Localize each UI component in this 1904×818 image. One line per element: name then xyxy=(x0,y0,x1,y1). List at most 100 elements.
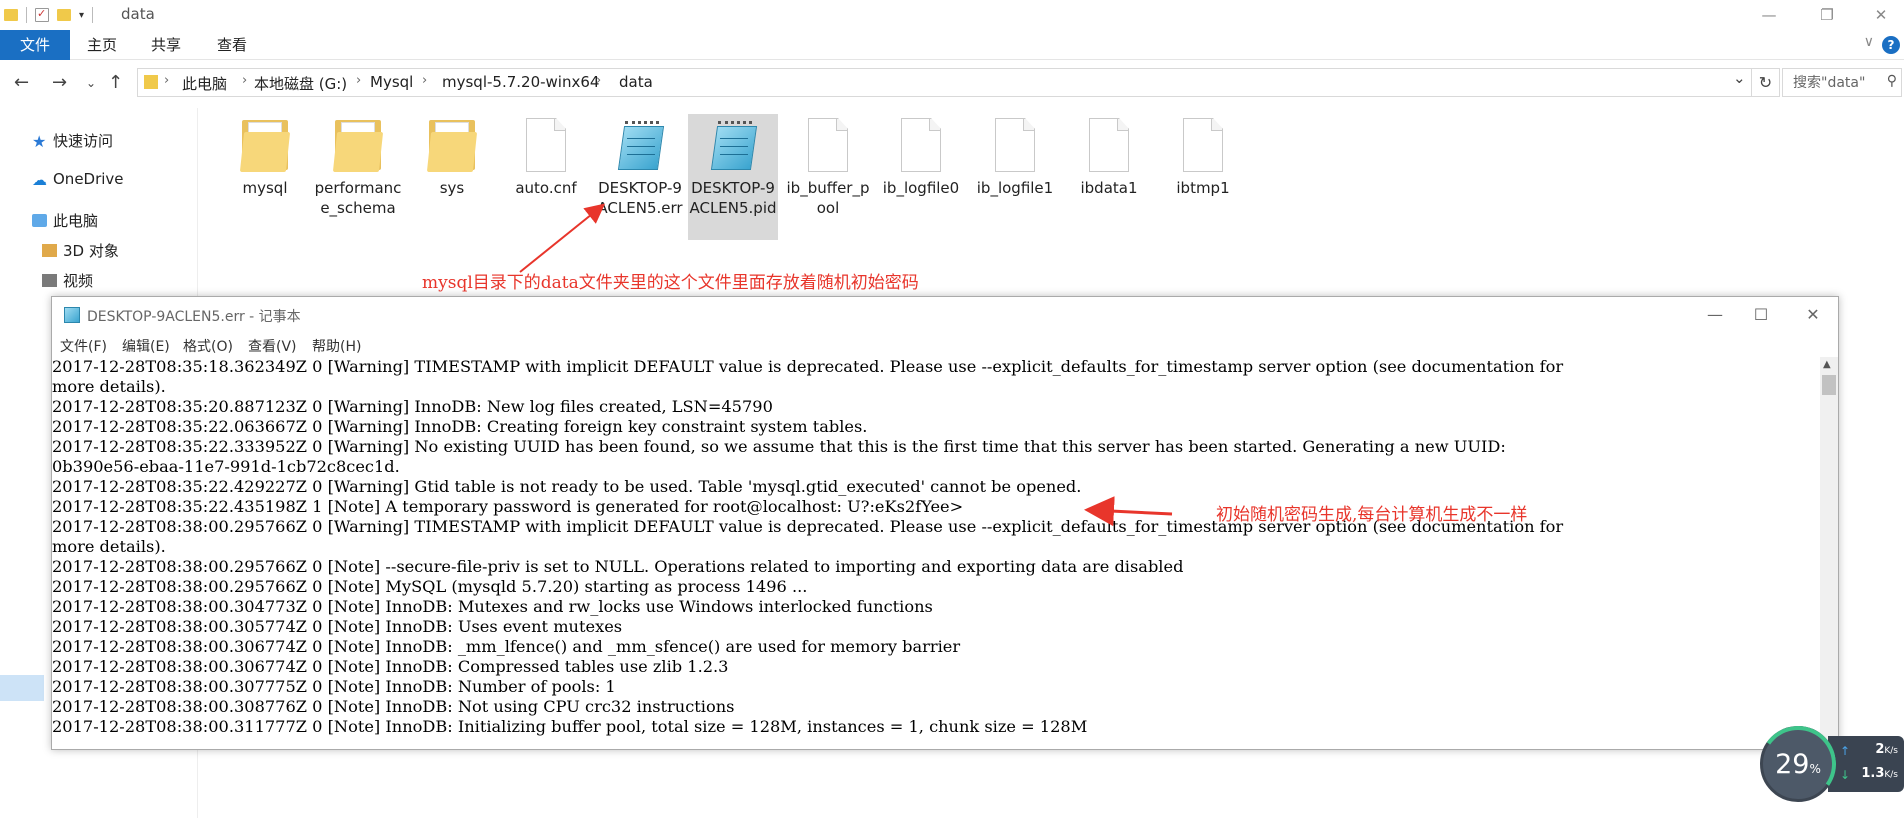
tab-home[interactable]: 主页 xyxy=(80,30,124,60)
new-folder-icon[interactable] xyxy=(57,9,71,21)
breadcrumb-separator[interactable]: › xyxy=(164,73,169,88)
properties-icon[interactable] xyxy=(35,7,49,22)
file-label: performance_schema xyxy=(314,179,402,217)
file-item-notepad[interactable]: DESKTOP-9ACLEN5.err xyxy=(595,118,685,218)
window-title: data xyxy=(121,5,155,23)
file-item-folder[interactable]: mysql xyxy=(220,118,310,198)
help-icon[interactable]: ? xyxy=(1882,36,1900,54)
vertical-scrollbar[interactable]: ▲ xyxy=(1820,357,1838,749)
nav-item-selected[interactable] xyxy=(0,675,44,701)
address-bar[interactable]: › 此电脑 › 本地磁盘 (G:) › Mysql › mysql-5.7.20… xyxy=(137,68,1752,97)
nav-item-3d-objects[interactable]: 3D 对象 xyxy=(42,240,119,261)
file-icon xyxy=(995,118,1035,172)
address-dropdown-icon[interactable]: ⌄ xyxy=(1733,69,1746,87)
notepad-maximize-button[interactable]: ☐ xyxy=(1738,301,1784,329)
file-label: ib_logfile0 xyxy=(882,179,960,197)
file-item[interactable]: ib_logfile0 xyxy=(876,118,966,198)
up-arrow-icon[interactable]: ↑ xyxy=(108,72,123,93)
nav-item-this-pc[interactable]: 此电脑 xyxy=(32,210,98,231)
nav-item-label: OneDrive xyxy=(53,170,124,188)
file-item[interactable]: ibtmp1 xyxy=(1158,118,1248,198)
file-label: sys xyxy=(439,179,465,197)
breadcrumb-data[interactable]: data xyxy=(619,73,653,91)
search-box[interactable]: ⚲ xyxy=(1782,68,1902,97)
nav-item-label: 此电脑 xyxy=(53,212,99,230)
menu-edit[interactable]: 编辑(E) xyxy=(122,336,170,356)
notepad-minimize-button[interactable]: — xyxy=(1692,301,1738,329)
nav-item-videos[interactable]: 视频 xyxy=(42,270,93,291)
file-label: ibtmp1 xyxy=(1176,179,1230,197)
file-icon xyxy=(1183,118,1223,172)
file-item[interactable]: ibdata1 xyxy=(1064,118,1154,198)
file-item[interactable]: auto.cnf xyxy=(501,118,591,198)
file-label: auto.cnf xyxy=(515,179,577,197)
tab-file[interactable]: 文件 xyxy=(0,30,70,60)
collapse-ribbon-icon[interactable]: ∨ xyxy=(1864,34,1874,50)
menu-help[interactable]: 帮助(H) xyxy=(312,336,361,356)
ribbon: 文件 主页 共享 查看 ∨ ? xyxy=(0,30,1904,60)
maximize-button[interactable]: ❐ xyxy=(1804,0,1850,30)
file-item-folder[interactable]: sys xyxy=(407,118,497,198)
close-button[interactable]: ✕ xyxy=(1858,0,1904,30)
file-item[interactable]: ib_buffer_pool xyxy=(783,118,873,218)
notepad-menu-bar: 文件(F) 编辑(E) 格式(O) 查看(V) 帮助(H) xyxy=(52,333,1838,355)
download-speed: 1.3K/s xyxy=(1861,766,1898,781)
breadcrumb-local-disk[interactable]: 本地磁盘 (G:) xyxy=(254,73,347,94)
file-label: ib_logfile1 xyxy=(976,179,1054,197)
breadcrumb-mysql-version[interactable]: mysql-5.7.20-winx64 xyxy=(442,73,599,91)
notepad-title-bar: DESKTOP-9ACLEN5.err - 记事本 — ☐ ✕ xyxy=(52,297,1838,333)
cpu-usage-arc xyxy=(1753,719,1843,809)
breadcrumb-separator[interactable]: › xyxy=(422,73,427,88)
breadcrumb-this-pc[interactable]: 此电脑 xyxy=(182,73,227,94)
separator xyxy=(92,7,94,23)
computer-icon xyxy=(32,214,47,227)
notepad-icon xyxy=(617,118,665,172)
scroll-up-icon[interactable]: ▲ xyxy=(1823,359,1831,370)
star-icon: ★ xyxy=(32,132,47,151)
folder-icon xyxy=(332,118,384,172)
minimize-button[interactable]: — xyxy=(1746,0,1792,30)
tab-share[interactable]: 共享 xyxy=(144,30,188,60)
text-line: 2017-12-28T08:38:00.311777Z 0 [Note] Inn… xyxy=(52,717,1088,736)
notepad-text-area[interactable]: 2017-12-28T08:35:18.362349Z 0 [Warning] … xyxy=(52,357,1819,749)
folder-icon xyxy=(4,9,18,21)
forward-arrow-icon[interactable]: → xyxy=(52,72,67,93)
search-input[interactable] xyxy=(1783,69,1877,96)
scroll-thumb[interactable] xyxy=(1822,375,1836,395)
menu-file[interactable]: 文件(F) xyxy=(60,336,107,356)
nav-item-onedrive[interactable]: ☁ OneDrive xyxy=(32,170,124,189)
download-arrow-icon: ↓ xyxy=(1840,768,1851,782)
cloud-icon: ☁ xyxy=(32,171,47,189)
text-line: 0b390e56-ebaa-11e7-991d-1cb72c8cec1d. xyxy=(52,457,400,476)
text-line: 2017-12-28T08:35:18.362349Z 0 [Warning] … xyxy=(52,357,1564,376)
file-item-folder[interactable]: performance_schema xyxy=(313,118,403,218)
search-icon[interactable]: ⚲ xyxy=(1887,73,1897,89)
notepad-close-button[interactable]: ✕ xyxy=(1790,301,1836,329)
text-line: 2017-12-28T08:38:00.308776Z 0 [Note] Inn… xyxy=(52,697,735,716)
breadcrumb-separator[interactable]: › xyxy=(596,73,601,88)
upload-arrow-icon: ↑ xyxy=(1840,744,1851,758)
file-item[interactable]: ib_logfile1 xyxy=(970,118,1060,198)
text-line: 2017-12-28T08:38:00.295766Z 0 [Warning] … xyxy=(52,517,1564,536)
breadcrumb-mysql[interactable]: Mysql xyxy=(370,73,413,91)
nav-item-quick-access[interactable]: ★ 快速访问 xyxy=(32,130,113,151)
folder-icon xyxy=(426,118,478,172)
network-speed-panel: ↑ 2K/s ↓ 1.3K/s xyxy=(1828,736,1904,792)
recent-locations-icon[interactable]: ⌄ xyxy=(86,76,96,90)
breadcrumb-separator[interactable]: › xyxy=(242,73,247,88)
network-monitor-widget[interactable]: ↑ 2K/s ↓ 1.3K/s 29% xyxy=(1753,719,1904,809)
text-line: 2017-12-28T08:38:00.295766Z 0 [Note] --s… xyxy=(52,557,1184,576)
quick-access-toolbar: ▾ xyxy=(4,6,94,24)
text-line: 2017-12-28T08:35:22.429227Z 0 [Warning] … xyxy=(52,477,1082,496)
file-item-notepad[interactable]: DESKTOP-9ACLEN5.pid xyxy=(688,114,778,240)
back-arrow-icon[interactable]: ← xyxy=(14,72,29,93)
breadcrumb-separator[interactable]: › xyxy=(356,73,361,88)
video-icon xyxy=(42,274,57,287)
refresh-icon[interactable]: ↻ xyxy=(1752,68,1780,97)
menu-format[interactable]: 格式(O) xyxy=(183,336,233,356)
customize-quick-access-icon[interactable]: ▾ xyxy=(79,10,84,21)
text-line: 2017-12-28T08:38:00.306774Z 0 [Note] Inn… xyxy=(52,637,961,656)
text-line: 2017-12-28T08:35:22.333952Z 0 [Warning] … xyxy=(52,437,1506,456)
menu-view[interactable]: 查看(V) xyxy=(248,336,297,356)
tab-view[interactable]: 查看 xyxy=(210,30,254,60)
